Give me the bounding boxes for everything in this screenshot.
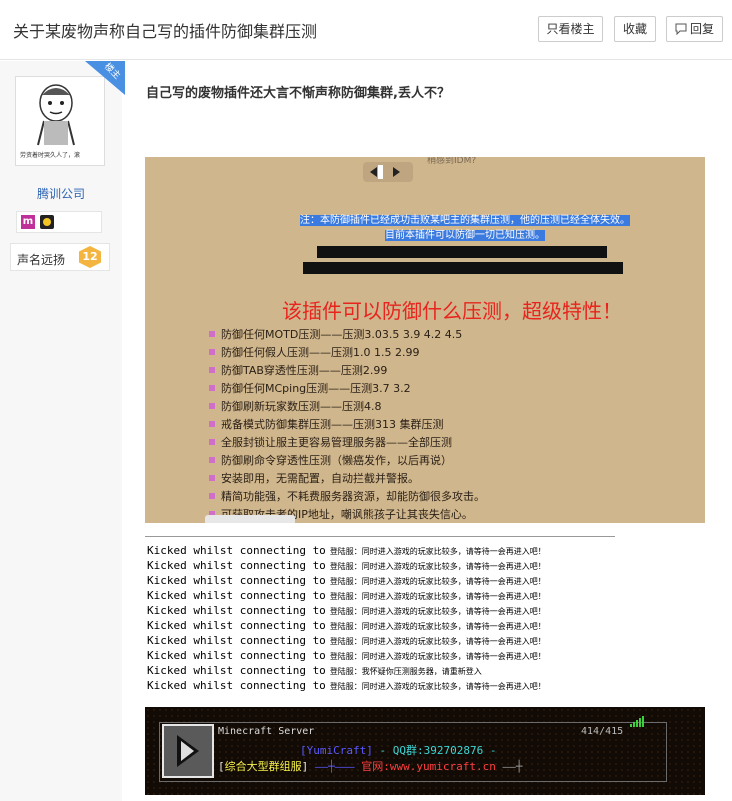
feature-list: 防御任何MOTD压测——压测3.03.5 3.9 4.2 4.5 防御任何假人压… [209,326,485,523]
log-line: Kicked whilst connecting to 登陆服：同时进入游戏的玩家… [147,559,546,572]
owner-tag: 楼主 [85,61,125,95]
feature-item: 防御刷新玩家数压测——压测4.8 [209,398,485,416]
notice-line-2: 目前本插件可以防御一切已知压测。 [385,230,545,241]
log-line: Kicked whilst connecting to 登陆服：同时进入游戏的玩家… [147,604,546,617]
media-controls [363,162,413,182]
redaction-bar [303,262,623,274]
reply-icon [675,23,687,36]
motd-line-1: [YumiCraft] - QQ群:392702876 - [300,744,497,757]
log-line: Kicked whilst connecting to 登陆服：同时进入游戏的玩家… [147,589,546,602]
server-label: Minecraft Server [218,726,315,737]
reply-label: 回复 [689,22,714,36]
avatar-caption: 劳资着时哭久人了，滚 [20,152,81,159]
feature-title: 该插件可以防御什么压测，超级特性！ [282,299,622,323]
level-name: 声名远扬 [17,253,66,267]
log-line: Kicked whilst connecting to 登陆服：同时进入游戏的玩家… [147,619,546,632]
feature-item: 防御任何假人压测——压测1.0 1.5 2.99 [209,344,485,362]
notice-text: 注：本防御插件已经成功击败某吧主的集群压测，他的压测已经全体失效。 目前本插件可… [285,213,645,243]
feature-item: 防御TAB穿透性压测——压测2.99 [209,362,485,380]
player-count: 414/415 [581,726,624,737]
cropped-element [205,515,295,523]
log-line: Kicked whilst connecting to 登陆服：同时进入游戏的玩家… [147,649,546,662]
cropped-text: 稍感到IDM? [427,157,477,166]
member-badge-icon[interactable]: m [21,215,35,229]
page-title: 关于某废物声称自己写的插件防御集群压测 [13,22,318,41]
plugin-screenshot: 稍感到IDM? 注：本防御插件已经成功击败某吧主的集群压测，他的压测已经全体失效… [145,157,705,523]
log-line: Kicked whilst connecting to 登陆服：同时进入游戏的玩家… [147,679,546,692]
username-link[interactable]: 腾训公司 [0,185,122,202]
log-line: Kicked whilst connecting to 登陆服：我怀疑你压测服务器… [147,664,482,677]
feature-item: 防御刷命令穿透性压测（懒癌发作，以后再说） [209,452,485,470]
star-badge-icon[interactable] [40,215,54,229]
log-line: Kicked whilst connecting to 登陆服：同时进入游戏的玩家… [147,544,546,557]
level-number: 12 [79,246,101,268]
post-heading: 自己写的废物插件还大言不惭声称防御集群,丢人不？ [146,86,450,101]
feature-item: 防御任何MCping压测——压测3.7 3.2 [209,380,485,398]
post-header: 关于某废物声称自己写的插件防御集群压测 只看楼主 收藏 回复 [0,0,732,60]
feature-item: 戒备模式防御集群压测——压测313 集群压测 [209,416,485,434]
log-line: Kicked whilst connecting to 登陆服：同时进入游戏的玩家… [147,634,546,647]
feature-item: 安装即用，无需配置，自动拦截并警报。 [209,470,485,488]
console-log-image: Kicked whilst connecting to 登陆服：同时进入游戏的玩家… [145,530,615,692]
user-panel: 劳资着时哭久人了，滚 楼主 腾训公司 m 声名远扬 12 [0,61,125,801]
reply-button[interactable]: 回复 [666,16,723,42]
feature-item: 精简功能强，不耗费服务器资源，却能防御很多攻击。 [209,488,485,506]
only-owner-button[interactable]: 只看楼主 [538,16,603,42]
feature-item: 防御任何MOTD压测——压测3.03.5 3.9 4.2 4.5 [209,326,485,344]
log-line: Kicked whilst connecting to 登陆服：同时进入游戏的玩家… [147,574,546,587]
redaction-bar [317,246,607,258]
play-server-icon[interactable] [162,724,214,778]
notice-line-1: 注：本防御插件已经成功击败某吧主的集群压测，他的压测已经全体失效。 [300,215,630,226]
badge-row: m [16,211,102,233]
level-badge: 声名远扬 12 [10,243,110,271]
minecraft-server-entry: Minecraft Server 414/415 [YumiCraft] - Q… [145,707,705,795]
feature-item: 全服封锁让服主更容易管理服务器——全部压测 [209,434,485,452]
motd-line-2: [综合大型群组服] ——┼——— 官网:www.yumicraft.cn ——┼ [218,760,523,773]
favorite-button[interactable]: 收藏 [614,16,656,42]
divider [145,536,615,537]
